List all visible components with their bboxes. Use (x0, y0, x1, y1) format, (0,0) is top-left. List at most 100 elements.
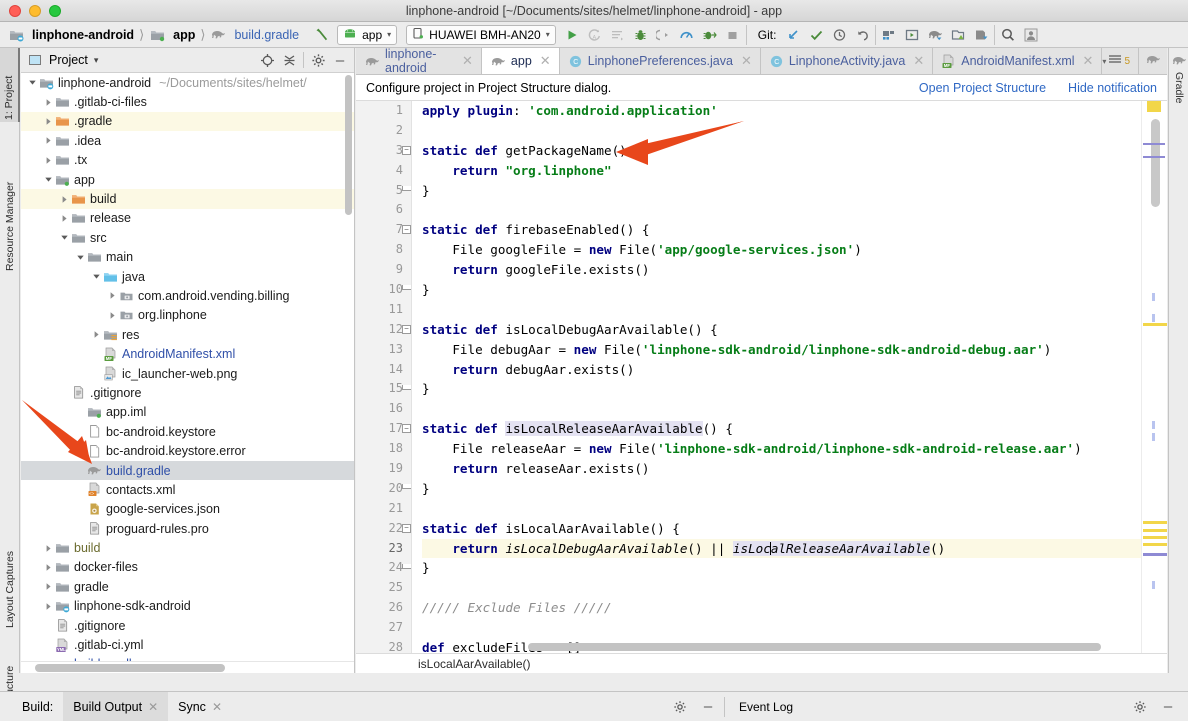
sdk-manager-icon[interactable] (948, 25, 968, 45)
event-log-label[interactable]: Event Log (739, 700, 793, 714)
bottom-tab-sync[interactable]: Sync ✕ (168, 692, 232, 721)
fold-collapse-icon[interactable]: − (402, 523, 411, 533)
rollback-icon[interactable] (852, 25, 872, 45)
tree-node[interactable]: release (21, 209, 354, 228)
avatar-icon[interactable] (1021, 25, 1041, 45)
code-line[interactable]: static def getPackageName() (422, 141, 1141, 161)
tree-node[interactable]: bc-android.keystore (21, 422, 354, 441)
code-line[interactable] (422, 499, 1141, 519)
run-with-coverage-icon[interactable] (700, 25, 720, 45)
close-icon[interactable]: ✕ (540, 53, 551, 69)
code-line[interactable] (422, 399, 1141, 419)
tree-node[interactable]: .idea (21, 131, 354, 150)
tree-node[interactable]: .gradle (21, 111, 354, 132)
sidebar-item-project[interactable]: 1: Project (0, 48, 20, 122)
tree-node[interactable]: YML .gitlab-ci.yml (21, 635, 354, 654)
fold-end-icon[interactable] (402, 563, 411, 569)
tree-node[interactable]: app (21, 170, 354, 189)
hide-icon[interactable]: – (700, 699, 716, 715)
close-icon[interactable]: ✕ (212, 700, 222, 714)
apply-changes-icon[interactable]: A (585, 25, 605, 45)
editor-horizontal-scrollbar[interactable] (528, 643, 1101, 651)
update-project-icon[interactable] (783, 25, 803, 45)
code-line[interactable]: } (422, 558, 1141, 578)
tree-node[interactable]: .gitlab-ci-files (21, 92, 354, 111)
editor-tab[interactable]: C LinphoneActivity.java ✕ (760, 48, 934, 74)
tree-node[interactable]: <> contacts.xml (21, 480, 354, 499)
gear-icon[interactable] (310, 52, 326, 68)
sidebar-item-gradle[interactable]: Gradle (1169, 70, 1188, 120)
code-line[interactable] (422, 121, 1141, 141)
code-line[interactable]: static def isLocalAarAvailable() { (422, 519, 1141, 539)
source-code[interactable]: apply plugin: 'com.android.application' s… (412, 101, 1141, 653)
search-icon[interactable] (998, 25, 1018, 45)
breadcrumb-item-file[interactable]: build.gradle (210, 27, 299, 43)
tree-node[interactable]: ic_launcher-web.png (21, 364, 354, 383)
tree-node[interactable]: java (21, 267, 354, 286)
collapse-all-icon[interactable] (281, 52, 297, 68)
fold-end-icon[interactable] (402, 285, 411, 291)
tree-node[interactable]: MF AndroidManifest.xml (21, 344, 354, 363)
tree-node[interactable]: build (21, 538, 354, 557)
chevron-right-icon[interactable] (43, 562, 54, 573)
code-line[interactable]: File debugAar = new File('linphone-sdk-a… (422, 340, 1141, 360)
code-line[interactable]: static def firebaseEnabled() { (422, 220, 1141, 240)
tree-node[interactable]: linphone-android ~/Documents/sites/helmet… (21, 73, 354, 92)
fold-collapse-icon[interactable]: − (402, 324, 411, 334)
run-icon[interactable] (562, 25, 582, 45)
code-line[interactable]: } (422, 280, 1141, 300)
editor-tab[interactable]: app ✕ (481, 48, 560, 74)
run-layout-inspector-icon[interactable] (902, 25, 922, 45)
editor-tab[interactable]: linphone-android ✕ (356, 47, 482, 75)
tree-node[interactable]: org.linphone (21, 306, 354, 325)
chevron-right-icon[interactable] (59, 213, 70, 224)
breadcrumb-item-module[interactable]: app (149, 27, 195, 43)
chevron-down-icon[interactable] (91, 271, 102, 282)
commit-icon[interactable] (806, 25, 826, 45)
attach-debugger-icon[interactable] (654, 25, 674, 45)
sidebar-item-layout-captures[interactable]: Layout Captures (0, 520, 20, 630)
fold-end-icon[interactable] (402, 185, 411, 191)
chevron-right-icon[interactable] (43, 155, 54, 166)
tree-node[interactable]: src (21, 228, 354, 247)
editor-tab[interactable]: MF AndroidManifest.xml ✕ (933, 48, 1103, 74)
gradle-sync-icon[interactable] (925, 25, 945, 45)
code-line[interactable]: } (422, 479, 1141, 499)
scrollbar-thumb[interactable] (1151, 119, 1160, 207)
chevron-down-icon[interactable]: ▾ (1102, 57, 1106, 66)
code-line[interactable]: File releaseAar = new File('linphone-sdk… (422, 439, 1141, 459)
chevron-down-icon[interactable] (27, 77, 38, 88)
chevron-right-icon[interactable] (43, 601, 54, 612)
tree-node[interactable]: build.gradle (21, 460, 354, 481)
hammer-icon[interactable] (311, 25, 331, 45)
chevron-down-icon[interactable] (43, 174, 54, 185)
tree-horizontal-scrollbar[interactable] (35, 664, 225, 672)
fold-end-icon[interactable] (402, 384, 411, 390)
hide-icon[interactable]: – (332, 52, 348, 68)
locate-icon[interactable] (259, 52, 275, 68)
sidebar-item-resource-manager[interactable]: Resource Manager (0, 148, 20, 273)
chevron-right-icon[interactable] (43, 135, 54, 146)
apply-code-changes-icon[interactable] (608, 25, 628, 45)
code-line[interactable]: apply plugin: 'com.android.application' (422, 101, 1141, 121)
tree-node[interactable]: proguard-rules.pro (21, 519, 354, 538)
open-project-structure-link[interactable]: Open Project Structure (919, 81, 1046, 95)
history-icon[interactable] (829, 25, 849, 45)
close-icon[interactable]: ✕ (148, 700, 158, 714)
code-line[interactable]: ///// Exclude Files ///// (422, 598, 1141, 618)
chevron-down-icon[interactable] (75, 252, 86, 263)
code-line[interactable]: return isLocalDebugAarAvailable() || isL… (422, 538, 1141, 559)
editor-code-area[interactable]: apply plugin: 'com.android.application' s… (412, 101, 1141, 653)
code-line[interactable] (422, 200, 1141, 220)
chevron-right-icon[interactable] (43, 97, 54, 108)
tree-node[interactable]: .tx (21, 151, 354, 170)
debug-icon[interactable] (631, 25, 651, 45)
chevron-right-icon[interactable] (107, 310, 118, 321)
tree-node[interactable]: build (21, 189, 354, 209)
fold-collapse-icon[interactable]: − (402, 225, 411, 235)
chevron-right-icon[interactable] (43, 581, 54, 592)
bottom-tab-build-output[interactable]: Build Output ✕ (63, 692, 169, 721)
profiler-icon[interactable] (677, 25, 697, 45)
tree-node[interactable]: bc-android.keystore.error (21, 441, 354, 460)
editor-line-number-gutter[interactable]: 1 2 3−4 5 6 7−8 9 10 11 12−13 14 15 16 17−18 19 20 21 22−… (356, 101, 412, 653)
